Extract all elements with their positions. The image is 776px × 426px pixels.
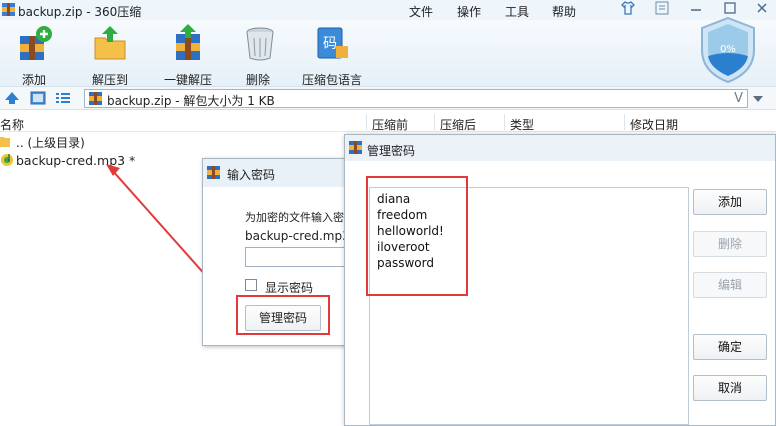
delete-password-button[interactable]: 删除 <box>693 231 767 257</box>
show-password-checkbox[interactable] <box>245 279 257 291</box>
dialog-title: 输入密码 <box>227 168 276 182</box>
app-archive-icon <box>349 141 362 154</box>
dialog-title-bar: 管理密码 <box>345 135 775 161</box>
show-password-label: 显示密码 <box>265 281 314 295</box>
dialog-title-bar: 输入密码 <box>203 159 361 187</box>
password-prompt: 为加密的文件输入密 <box>245 211 344 224</box>
app-archive-icon <box>207 166 220 179</box>
encrypted-filename: backup-cred.mp3 <box>245 229 350 243</box>
highlight-manage-button <box>236 295 330 335</box>
edit-password-button[interactable]: 编辑 <box>693 272 767 298</box>
highlight-password-list <box>366 176 468 296</box>
add-password-button[interactable]: 添加 <box>693 189 767 215</box>
ok-button[interactable]: 确定 <box>693 334 767 360</box>
dialog-title: 管理密码 <box>367 144 416 158</box>
cancel-button[interactable]: 取消 <box>693 375 767 401</box>
